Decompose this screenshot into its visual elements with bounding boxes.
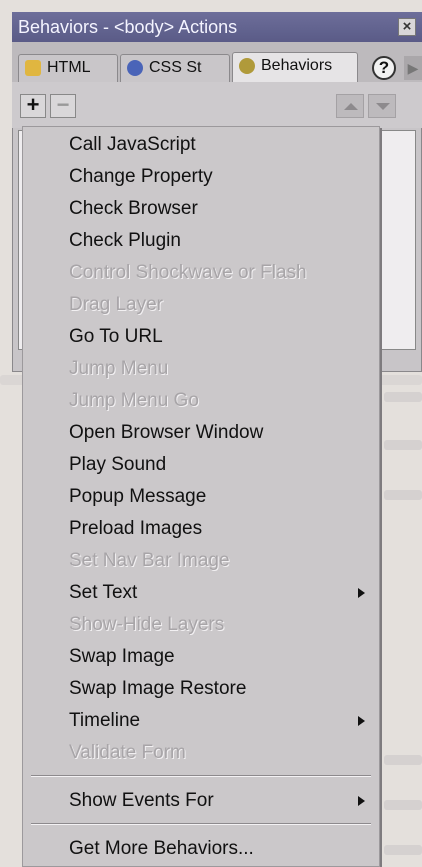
menu-item-open-browser-window[interactable]: Open Browser Window <box>23 417 379 448</box>
menu-item-change-property[interactable]: Change Property <box>23 161 379 192</box>
menu-item-validate-form: Validate Form <box>23 737 379 768</box>
menu-item-label: Set Text <box>69 582 138 603</box>
submenu-arrow-icon <box>358 716 365 726</box>
menu-item-label: Timeline <box>69 710 141 731</box>
menu-item-swap-image-restore[interactable]: Swap Image Restore <box>23 673 379 704</box>
menu-item-drag-layer: Drag Layer <box>23 289 379 320</box>
menu-item-label: Control Shockwave or Flash <box>69 262 307 283</box>
menu-item-label: Popup Message <box>69 486 207 507</box>
add-behavior-menu: Call JavaScript Change Property Check Br… <box>22 126 380 867</box>
menu-item-set-text[interactable]: Set Text <box>23 577 379 608</box>
menu-item-label: Get More Behaviors... <box>69 838 254 859</box>
menu-item-label: Drag Layer <box>69 294 163 315</box>
menu-item-popup-message[interactable]: Popup Message <box>23 481 379 512</box>
menu-item-show-events-for[interactable]: Show Events For <box>23 785 379 816</box>
up-arrow-icon <box>344 103 358 110</box>
menu-item-label: Play Sound <box>69 454 167 475</box>
menu-item-play-sound[interactable]: Play Sound <box>23 449 379 480</box>
add-behavior-button[interactable]: + <box>20 94 46 118</box>
remove-behavior-button[interactable]: − <box>50 94 76 118</box>
menu-item-show-hide-layers: Show-Hide Layers <box>23 609 379 640</box>
close-icon[interactable]: × <box>398 18 416 36</box>
gear-icon <box>239 58 255 74</box>
submenu-arrow-icon <box>358 796 365 806</box>
tab-bar: HTML CSS St Behaviors ? ▶ <box>12 42 422 82</box>
move-down-button[interactable] <box>368 94 396 118</box>
menu-item-label: Show Events For <box>69 790 214 811</box>
tab-scroll-right-icon[interactable]: ▶ <box>404 56 422 80</box>
submenu-arrow-icon <box>358 588 365 598</box>
tab-behaviors[interactable]: Behaviors <box>232 52 358 82</box>
menu-item-check-browser[interactable]: Check Browser <box>23 193 379 224</box>
menu-item-go-to-url[interactable]: Go To URL <box>23 321 379 352</box>
menu-item-check-plugin[interactable]: Check Plugin <box>23 225 379 256</box>
menu-item-jump-menu-go: Jump Menu Go <box>23 385 379 416</box>
menu-item-label: Check Browser <box>69 198 198 219</box>
down-arrow-icon <box>376 103 390 110</box>
menu-item-label: Go To URL <box>69 326 163 347</box>
menu-item-control-shockwave-or-flash: Control Shockwave or Flash <box>23 257 379 288</box>
panel-title: Behaviors - <body> Actions <box>18 17 238 37</box>
tab-css-styles-label: CSS St <box>149 59 202 76</box>
menu-item-label: Jump Menu Go <box>69 390 199 411</box>
menu-item-label: Open Browser Window <box>69 422 264 443</box>
tab-html-label: HTML <box>47 59 91 76</box>
menu-item-jump-menu: Jump Menu <box>23 353 379 384</box>
menu-item-label: Preload Images <box>69 518 203 539</box>
tab-behaviors-label: Behaviors <box>261 57 333 74</box>
menu-item-swap-image[interactable]: Swap Image <box>23 641 379 672</box>
menu-item-call-javascript[interactable]: Call JavaScript <box>23 129 379 160</box>
menu-item-label: Swap Image Restore <box>69 678 247 699</box>
css-styles-icon <box>127 60 143 76</box>
tab-html[interactable]: HTML <box>18 54 118 82</box>
behaviors-toolbar: + − <box>12 82 422 128</box>
menu-item-label: Set Nav Bar Image <box>69 550 230 571</box>
help-button[interactable]: ? <box>372 56 396 80</box>
panel-titlebar[interactable]: Behaviors - <body> Actions × <box>12 12 422 42</box>
menu-item-label: Jump Menu <box>69 358 169 379</box>
tab-css-styles[interactable]: CSS St <box>120 54 230 82</box>
menu-item-get-more-behaviors[interactable]: Get More Behaviors... <box>23 833 379 864</box>
move-up-button[interactable] <box>336 94 364 118</box>
menu-item-label: Swap Image <box>69 646 175 667</box>
menu-item-label: Validate Form <box>69 742 186 763</box>
menu-item-preload-images[interactable]: Preload Images <box>23 513 379 544</box>
menu-item-label: Show-Hide Layers <box>69 614 225 635</box>
menu-item-timeline[interactable]: Timeline <box>23 705 379 736</box>
menu-separator <box>31 823 371 825</box>
menu-item-label: Call JavaScript <box>69 134 196 155</box>
menu-item-label: Change Property <box>69 166 213 187</box>
menu-item-set-nav-bar-image: Set Nav Bar Image <box>23 545 379 576</box>
menu-item-label: Check Plugin <box>69 230 181 251</box>
paragraph-icon <box>25 60 41 76</box>
menu-separator <box>31 775 371 777</box>
